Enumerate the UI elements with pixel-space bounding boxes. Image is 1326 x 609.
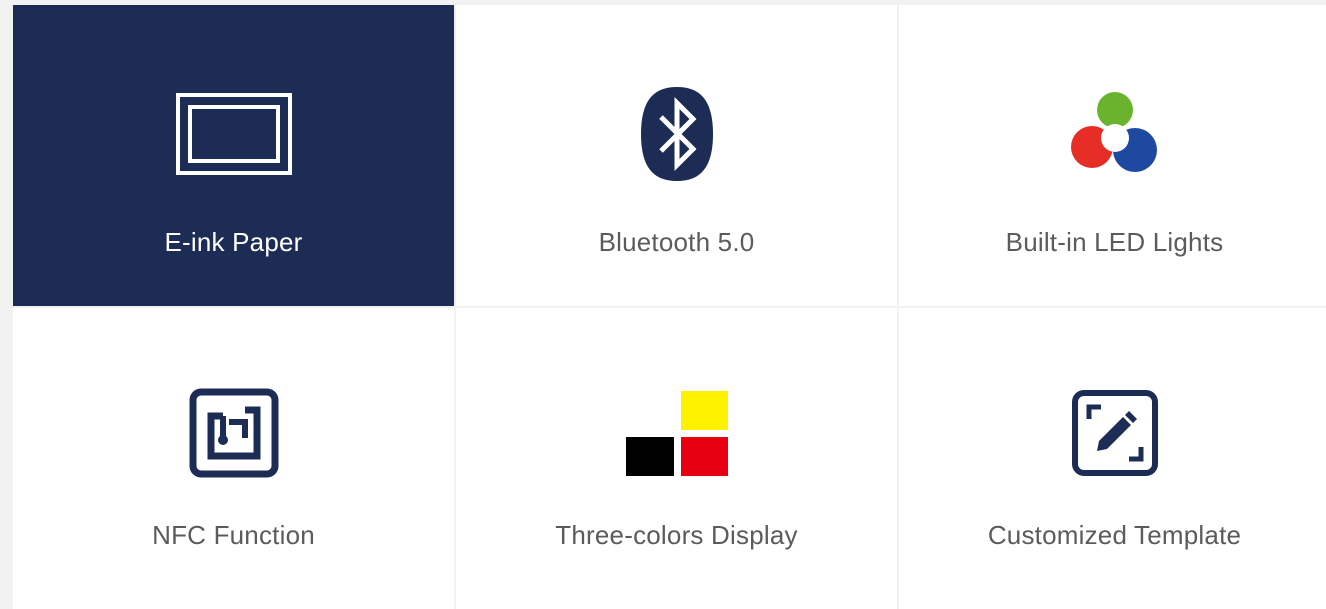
bluetooth-icon: [456, 79, 897, 189]
feature-card-bluetooth[interactable]: Bluetooth 5.0: [456, 5, 897, 306]
edit-template-icon: [899, 378, 1326, 488]
feature-label-eink-paper: E-ink Paper: [164, 227, 303, 257]
feature-card-eink-paper[interactable]: E-ink Paper: [13, 5, 454, 306]
led-lights-icon: [899, 79, 1326, 189]
feature-card-nfc[interactable]: NFC Function: [13, 308, 454, 609]
feature-card-led-lights[interactable]: Built-in LED Lights: [899, 5, 1326, 306]
feature-label-led-lights: Built-in LED Lights: [1005, 227, 1224, 257]
feature-grid: E-ink Paper Bluetooth 5.0 Built-in LED L…: [13, 5, 1326, 609]
feature-label-bluetooth: Bluetooth 5.0: [598, 227, 755, 257]
feature-label-three-colors: Three-colors Display: [555, 520, 798, 550]
feature-label-customized-template: Customized Template: [987, 520, 1242, 550]
eink-screen-icon: [13, 79, 454, 189]
feature-card-customized-template[interactable]: Customized Template: [899, 308, 1326, 609]
nfc-icon: [13, 378, 454, 488]
feature-label-nfc: NFC Function: [152, 520, 315, 550]
three-colors-icon: [456, 378, 897, 488]
feature-card-three-colors[interactable]: Three-colors Display: [456, 308, 897, 609]
